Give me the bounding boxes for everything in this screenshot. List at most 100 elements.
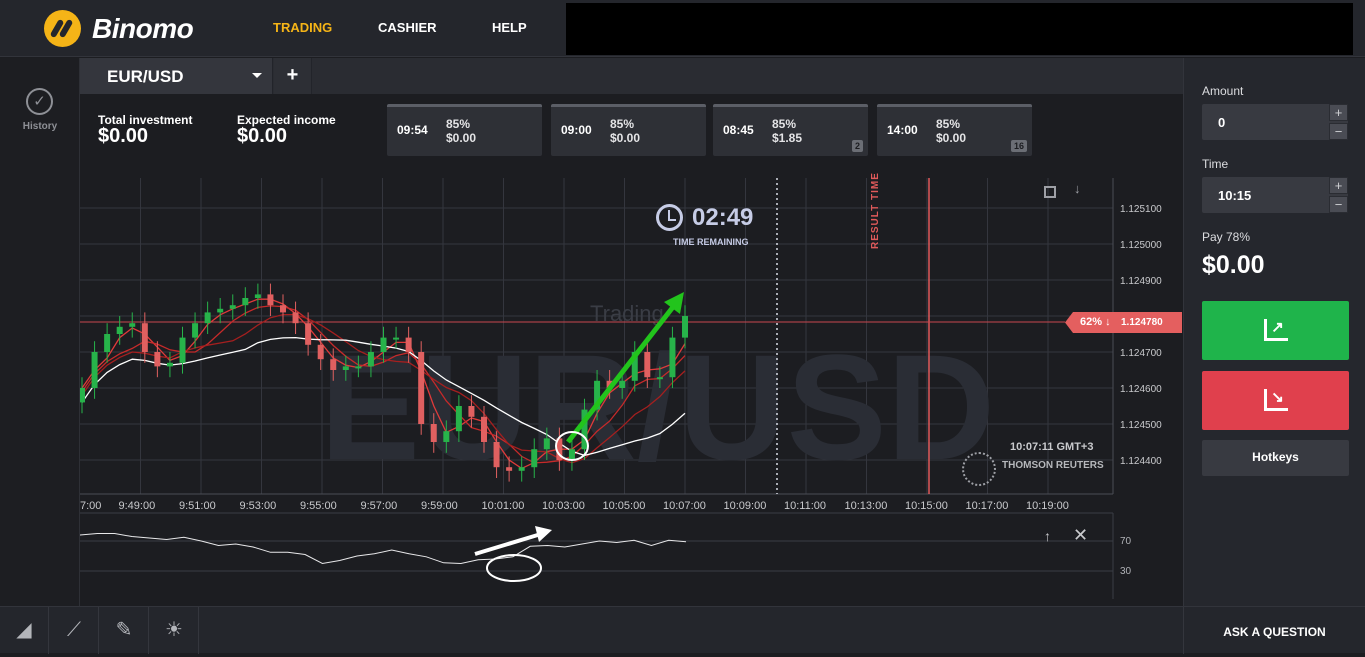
x-tick-label: 10:17:00 [966,500,1009,512]
candle-body [493,442,500,468]
clock-icon [656,204,683,231]
candle-body [619,380,626,388]
y-tick-label: 1.125100 [1120,204,1162,215]
candle-body [91,352,98,388]
price-percent: 62% ↓ [1080,316,1111,328]
data-provider-label: THOMSON REUTERS [1002,460,1104,471]
tools-icon[interactable]: ✎ [100,607,149,654]
deal-card[interactable]: 09:00 85% $0.00 [551,104,706,156]
candle-body [330,359,337,370]
logo-mark-icon [44,10,81,47]
deal-amount: $1.85 [772,131,803,145]
left-sidebar: ✓ History [0,58,80,606]
deal-card[interactable]: 14:00 85% $0.00 16 [877,104,1032,156]
history-label[interactable]: History [0,121,80,132]
x-tick-label: 9:49:00 [119,500,156,512]
x-tick-label: 10:07:00 [663,500,706,512]
y-tick-label: 1.125000 [1120,240,1162,251]
theme-icon[interactable]: ☀ [150,607,199,654]
deal-card[interactable]: 09:54 85% $0.00 [387,104,542,156]
y-tick-label: 1.124500 [1120,420,1162,431]
candle-body [217,308,224,313]
top-navigation-bar: Binomo TRADING CASHIER HELP [0,0,1365,57]
indicator-close-icon[interactable]: ✕ [1073,525,1088,546]
deal-amount: $0.00 [446,131,477,145]
x-tick-label: 9:55:00 [300,500,337,512]
brand-logo[interactable]: Binomo [44,10,194,47]
line-chart-icon[interactable]: ⟋ [50,607,99,654]
x-tick-label: 9:57:00 [361,500,398,512]
payout-label: Pay 78% [1202,230,1251,244]
time-increase-button[interactable]: + [1329,177,1348,194]
add-asset-tab-button[interactable]: + [274,58,312,94]
chevron-down-icon[interactable] [252,73,262,78]
x-tick-label: 10:13:00 [845,500,888,512]
nav-cashier[interactable]: CASHIER [378,20,437,35]
arrow-down-icon[interactable]: ↓ [1074,181,1081,196]
total-investment-value: $0.00 [98,125,149,147]
area-chart-icon[interactable]: ◢ [0,607,49,654]
x-tick-label: 10:01:00 [482,500,525,512]
candle-body [506,467,513,471]
indicator-move-up-icon[interactable]: ↑ [1044,528,1051,544]
deal-percent: 85% [772,117,797,131]
hotkeys-button[interactable]: Hotkeys [1202,440,1349,476]
candle-body [280,305,286,313]
candle-body [204,312,211,324]
candle-body [229,305,236,309]
price-value: 1.124780 [1121,317,1163,328]
bottom-toolbar: ◢ ⟋ ✎ ☀ ASK A QUESTION [0,606,1365,654]
nav-help[interactable]: HELP [492,20,527,35]
x-tick-label: 7:00 [80,500,101,512]
deal-time: 08:45 [723,123,754,137]
amount-input[interactable]: 0 + − [1202,104,1348,140]
x-tick-label: 10:05:00 [603,500,646,512]
amount-increase-button[interactable]: + [1329,104,1348,121]
x-tick-label: 9:59:00 [421,500,458,512]
candle-body [568,449,575,460]
white-trend-arrow [474,532,542,556]
price-chart[interactable]: EUR/USD Trading 1.1251001.1250001.124900… [80,164,1183,605]
x-tick-label: 9:51:00 [179,500,216,512]
server-time: 10:07:11 GMT+3 [1010,441,1094,453]
chart-up-icon: ↗ [1264,319,1288,341]
indicator-level-70: 70 [1120,536,1132,547]
call-up-button[interactable]: ↗ [1202,301,1349,360]
indicator-line [80,533,687,565]
amount-value[interactable]: 0 [1218,115,1225,130]
candle-body [443,431,450,442]
y-tick-label: 1.124900 [1120,276,1162,287]
candle-body [380,337,387,352]
candle-body [267,294,274,306]
candle-body [104,334,111,352]
put-down-button[interactable]: ↘ [1202,371,1349,430]
candle-body [154,352,161,367]
candle-body [481,416,487,442]
expected-income-value: $0.00 [237,125,288,147]
deal-count-badge: 16 [1010,140,1027,152]
nav-trading[interactable]: TRADING [273,20,332,35]
fullscreen-icon[interactable] [1044,186,1056,198]
deal-card[interactable]: 08:45 85% $1.85 2 [713,104,868,156]
y-tick-label: 1.124400 [1120,456,1162,467]
amount-decrease-button[interactable]: − [1329,123,1348,140]
candle-body [531,449,538,468]
candle-body [418,352,425,424]
time-input[interactable]: 10:15 + − [1202,177,1348,213]
time-remaining-label: TIME REMAINING [673,237,749,247]
history-check-icon[interactable]: ✓ [26,88,53,115]
price-chart-area[interactable]: EUR/USD Trading 1.125100 1.125000 1.124900… [80,164,1183,605]
time-value[interactable]: 10:15 [1218,188,1251,203]
x-tick-label: 10:19:00 [1026,500,1069,512]
payout-value: $0.00 [1202,251,1265,279]
candle-body [455,406,462,432]
candle-body [166,362,173,367]
ask-question-button[interactable]: ASK A QUESTION [1183,607,1365,654]
asset-tab-eurusd[interactable]: EUR/USD [80,58,273,94]
candle-body [129,323,136,327]
amount-label: Amount [1202,84,1244,98]
time-decrease-button[interactable]: − [1329,196,1348,213]
current-price-tag: 62% ↓ 1.124780 [1065,312,1182,333]
candle-body [116,326,123,334]
deal-amount: $0.00 [936,131,967,145]
